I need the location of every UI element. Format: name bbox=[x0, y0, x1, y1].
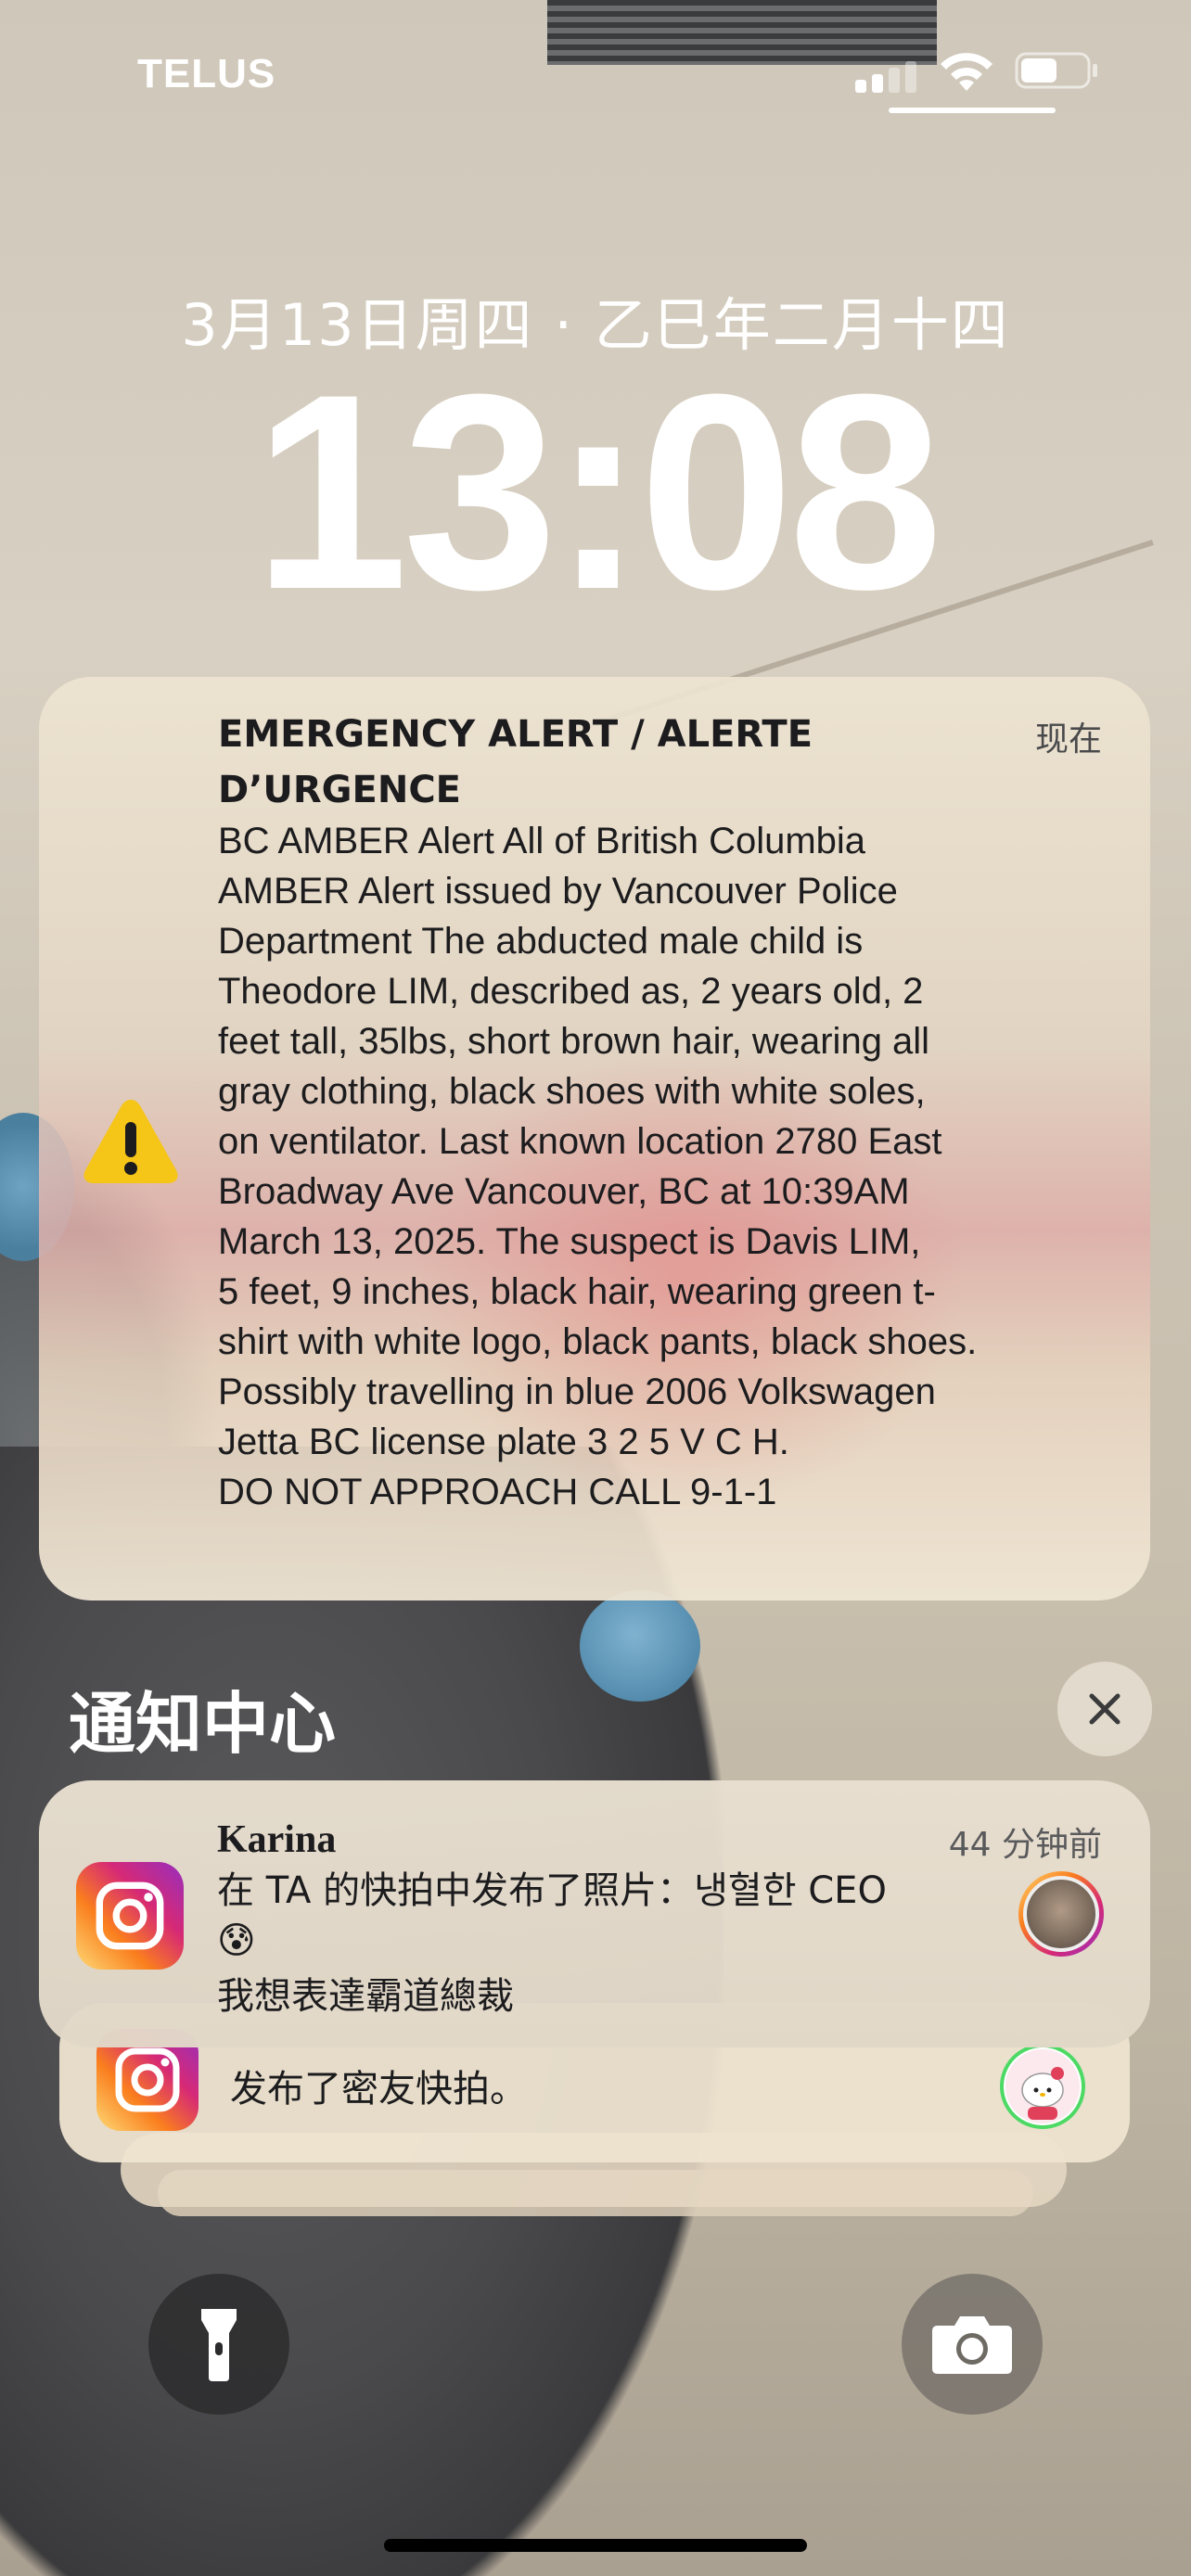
avatar bbox=[1000, 2044, 1085, 2129]
hello-kitty-avatar-icon bbox=[1005, 2049, 1080, 2123]
battery-icon bbox=[1015, 52, 1097, 89]
notification-timestamp: 44 分钟前 bbox=[948, 1826, 1102, 1864]
alert-title: EMERGENCY ALERT / ALERTE D’URGENCE bbox=[218, 713, 813, 811]
alert-body: BC AMBER Alert All of British Columbia A… bbox=[218, 821, 978, 1512]
emergency-alert-card[interactable]: EMERGENCY ALERT / ALERTE D’URGENCE 现在 BC… bbox=[39, 677, 1150, 1600]
clear-notifications-button[interactable] bbox=[1057, 1662, 1152, 1756]
alert-timestamp: 现在 bbox=[1034, 721, 1102, 759]
flashlight-button[interactable] bbox=[148, 2274, 289, 2415]
lock-screen-time: 13:08 bbox=[253, 336, 942, 647]
notification-center-title: 通知中心 bbox=[69, 1685, 337, 1763]
notification-instagram-karina[interactable]: Karina 44 分钟前 在 TA 的快拍中发布了照片：냉혈한 CEO😰 我想… bbox=[39, 1780, 1150, 2047]
notification-message: 在 TA 的快拍中发布了照片：냉혈한 CEO😰 bbox=[217, 1869, 887, 1962]
cellular-signal-icon bbox=[855, 59, 920, 93]
notification-sender: Karina bbox=[217, 1818, 337, 1861]
close-icon bbox=[1089, 1693, 1121, 1725]
warning-icon bbox=[83, 1100, 178, 1183]
instagram-app-icon bbox=[76, 1862, 184, 1970]
avatar bbox=[1018, 1871, 1104, 1957]
notification-message-secondary: 我想表達霸道總裁 bbox=[217, 1975, 514, 2018]
camera-button[interactable] bbox=[902, 2274, 1043, 2415]
carrier-label: TELUS bbox=[137, 51, 276, 96]
home-indicator[interactable] bbox=[384, 2539, 807, 2552]
camera-icon bbox=[932, 2316, 1012, 2374]
flashlight-icon bbox=[201, 2309, 237, 2381]
notification-message: 发布了密友快拍。 bbox=[230, 2068, 527, 2111]
status-bar: TELUS bbox=[0, 0, 1191, 139]
wifi-icon bbox=[941, 53, 992, 91]
